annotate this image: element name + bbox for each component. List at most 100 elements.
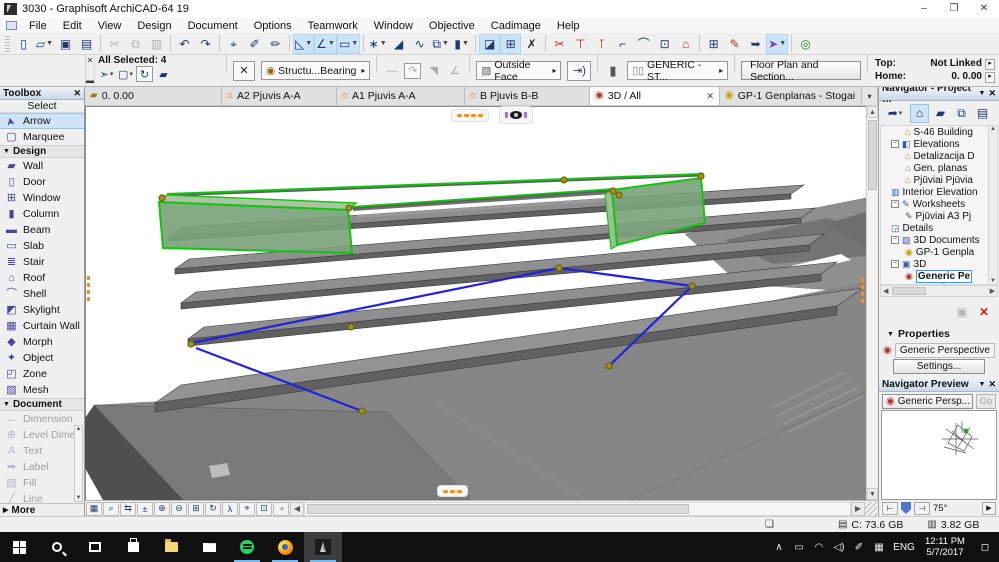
toolbox-item-skylight[interactable]: ◩ Skylight: [0, 302, 84, 318]
expand-preview-icon[interactable]: ▶: [982, 501, 996, 515]
toolbox-design-section[interactable]: ▼ Design: [0, 145, 84, 158]
fit-right-button[interactable]: ⊣: [914, 501, 930, 515]
preview-close-icon[interactable]: ✕: [988, 379, 996, 390]
taskbar-app-archicad[interactable]: [304, 532, 342, 562]
tab-0-0-00[interactable]: ▰ 0. 0.00: [85, 87, 222, 105]
3d-viewport[interactable]: ▲ ▼: [85, 106, 878, 500]
toolbox-item-zone[interactable]: ◰ Zone: [0, 366, 84, 382]
taskbar-app-mail[interactable]: [190, 532, 228, 562]
move-options-button[interactable]: ✕: [233, 60, 255, 81]
tree-item-pj-viai-pj-via[interactable]: ⌂ Pjūviai Pjūvia: [881, 174, 997, 186]
tab-close-icon[interactable]: ✕: [702, 91, 714, 102]
toolbox-item-window[interactable]: ⊞ Window: [0, 190, 84, 206]
dropdown-arrow-icon[interactable]: ▼: [46, 40, 53, 47]
zoom-out-button[interactable]: ⊖: [171, 501, 187, 516]
resize-grip[interactable]: [865, 501, 877, 516]
close-button[interactable]: ✕: [969, 0, 999, 18]
toolbox-item-stair[interactable]: ≣ Stair: [0, 254, 84, 270]
dropdown-arrow-icon[interactable]: ▾: [899, 109, 903, 117]
fillet-button[interactable]: ⌒: [633, 34, 654, 54]
keyboard-icon[interactable]: ▦: [869, 542, 889, 553]
slope-button[interactable]: ◢: [388, 34, 409, 54]
dropdown-arrow-icon[interactable]: ▼: [442, 40, 449, 47]
composite-dropdown[interactable]: ▯▯ GENERIC - ST... ▸: [627, 59, 729, 83]
favorites-folder-button[interactable]: ▰: [155, 66, 172, 82]
toolbox-scrollbar[interactable]: ▲ ▼: [74, 425, 83, 502]
fit-in-window-button[interactable]: ⊡: [256, 501, 272, 516]
tree-expander-icon[interactable]: −: [891, 236, 899, 244]
marquee-settings-button[interactable]: ▢ ▾: [117, 66, 134, 82]
camera-position-marker[interactable]: [901, 502, 911, 514]
tab-3d-all[interactable]: ◉ 3D / All ✕: [590, 87, 720, 105]
dropdown-arrow-icon[interactable]: ▼: [305, 40, 312, 47]
viewpoint-name-field[interactable]: Generic Perspective: [894, 342, 995, 358]
toolbox-more-section[interactable]: ▶ More: [0, 503, 84, 516]
scroll-thumb[interactable]: [307, 503, 689, 514]
paint-elements-button[interactable]: ✎: [724, 34, 745, 54]
clock[interactable]: 12:11 PM 5/7/2017: [919, 536, 971, 558]
volume-icon[interactable]: ◁): [829, 542, 849, 553]
view-map-button[interactable]: ▰: [931, 104, 950, 123]
look-to-button[interactable]: ⌖: [239, 501, 255, 516]
dropdown-arrow-icon[interactable]: ▼: [328, 40, 335, 47]
info-box-close-icon[interactable]: ✕: [87, 56, 94, 65]
menu-teamwork[interactable]: Teamwork: [300, 20, 366, 32]
preview-canvas[interactable]: [881, 410, 997, 500]
element-snap-button[interactable]: ▮ ▼: [451, 34, 472, 54]
toolbox-item-shell[interactable]: ⌒ Shell: [0, 286, 84, 302]
tree-vertical-scrollbar[interactable]: ▲ ▼: [988, 126, 997, 284]
feather-button[interactable]: ∿: [409, 34, 430, 54]
dropdown-arrow-icon[interactable]: ▼: [779, 40, 786, 47]
toolbox-item-object[interactable]: ✦ Object: [0, 350, 84, 366]
viewport-vertical-scrollbar[interactable]: ▲ ▼: [866, 106, 878, 500]
scroll-left-icon[interactable]: ◀: [290, 501, 304, 516]
toolbox-item-marquee[interactable]: ▢ Marquee: [0, 129, 84, 145]
toolbox-item-morph[interactable]: ◆ Morph: [0, 334, 84, 350]
grab-card-button[interactable]: ➥: [745, 34, 766, 54]
tree-item-generic-pe[interactable]: ◉ Generic Pe: [881, 269, 997, 283]
dropdown-arrow-icon[interactable]: ▾: [110, 70, 114, 78]
tree-item-interior-elevation[interactable]: ▥ Interior Elevation: [881, 186, 997, 198]
pen-icon[interactable]: ✐: [849, 542, 869, 553]
tab-b-pjuvis-b-b[interactable]: ⌂ B Pjuvis B-B: [465, 87, 590, 105]
taskbar-app-explorer[interactable]: [152, 532, 190, 562]
tree-item-elevations[interactable]: − ◧ Elevations: [881, 138, 997, 150]
publisher-sets-button[interactable]: ▤: [973, 104, 992, 123]
menu-options[interactable]: Options: [246, 20, 300, 32]
menu-design[interactable]: Design: [129, 20, 179, 32]
open-file-button[interactable]: ▱ ▼: [34, 34, 55, 54]
taskbar-app-search[interactable]: [38, 532, 76, 562]
trim-button[interactable]: ✂: [549, 34, 570, 54]
tree-item-details[interactable]: ◲ Details: [881, 222, 997, 234]
orbit-button[interactable]: ↻: [205, 501, 221, 516]
snap-points-button[interactable]: ▭ ▼: [336, 33, 361, 54]
tree-item-gp-1-genpla[interactable]: ◉ GP-1 Genpla: [881, 246, 997, 258]
tab-a1-pjuvis-a-a[interactable]: ⌂ A1 Pjuvis A-A: [337, 87, 465, 105]
preview-viewpoint-dropdown[interactable]: ◉ Generic Persp...: [882, 393, 973, 409]
scroll-right-icon[interactable]: ▶: [851, 501, 865, 516]
tree-expander-icon[interactable]: −: [891, 200, 899, 208]
split-button[interactable]: ⊺: [591, 34, 612, 54]
edit-plane-widget[interactable]: [451, 109, 489, 122]
scroll-up-icon[interactable]: ▲: [867, 106, 878, 118]
toolbox-item-arrow[interactable]: ➤ Arrow: [0, 113, 84, 129]
delete-viewpoint-button[interactable]: ✕: [975, 304, 993, 320]
tree-item-worksheets[interactable]: − ✎ Worksheets: [881, 198, 997, 210]
taskbar-app-taskview[interactable]: [76, 532, 114, 562]
wall-geometry-button[interactable]: ▮: [604, 63, 621, 79]
dropdown-arrow-icon[interactable]: ▾: [129, 70, 133, 78]
restore-button[interactable]: ❐: [939, 0, 969, 18]
toolbox-item-mesh[interactable]: ▨ Mesh: [0, 382, 84, 398]
view-eye-widget[interactable]: [499, 106, 533, 124]
settings-button[interactable]: Settings...: [893, 359, 985, 374]
menu-edit[interactable]: Edit: [55, 20, 90, 32]
explore-button[interactable]: λ: [222, 501, 238, 516]
inject-parameters-button[interactable]: ✏: [265, 34, 286, 54]
open-object-button[interactable]: ⊞: [703, 34, 724, 54]
roof-edit-button[interactable]: ⌂: [675, 34, 696, 54]
toolbar-grip[interactable]: [5, 35, 10, 52]
toolbox-item-curtain-wall[interactable]: ▦ Curtain Wall: [0, 318, 84, 334]
tree-item-pj-viai-a3-pj[interactable]: ✎ Pjūviai A3 Pj: [881, 210, 997, 222]
tree-expander-icon[interactable]: −: [891, 260, 899, 268]
project-chooser-button[interactable]: ➦ ▾: [882, 104, 908, 123]
